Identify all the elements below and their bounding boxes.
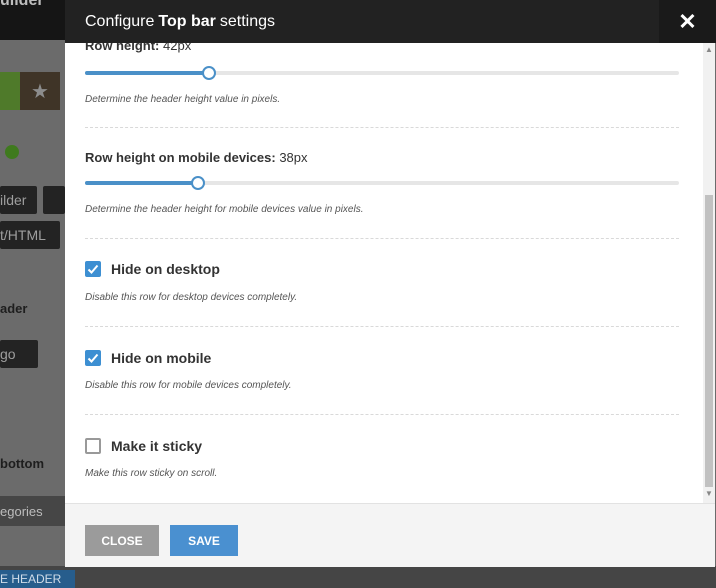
bg-button [43, 186, 65, 214]
bg-button: t/HTML [0, 221, 60, 249]
divider [85, 414, 679, 415]
star-icon: ★ [20, 72, 60, 110]
scroll-down-icon[interactable]: ▼ [704, 489, 714, 499]
close-icon[interactable]: ✕ [659, 0, 716, 43]
modal-header: Configure Top bar settings [65, 0, 659, 43]
save-button[interactable]: SAVE [170, 525, 238, 556]
setting-description: Determine the header height value in pix… [85, 94, 281, 105]
bg-button: ilder [0, 186, 37, 214]
checkbox-label[interactable]: Make it sticky [111, 438, 202, 454]
modal-title-bold: Top bar [158, 12, 216, 30]
divider [85, 326, 679, 327]
status-dot [5, 145, 19, 159]
setting-row-height: Row height: 42px [85, 43, 679, 53]
setting-value: 38px [279, 150, 308, 165]
scroll-up-icon[interactable]: ▲ [704, 45, 714, 55]
setting-label: Row height: [85, 43, 160, 53]
bg-header-button: E HEADER [0, 570, 75, 588]
bg-label: ader [0, 301, 28, 316]
builder-topbar: uilder [0, 0, 65, 40]
slider-fill [85, 71, 209, 75]
scroll-thumb[interactable] [705, 195, 713, 487]
setting-description: Disable this row for desktop devices com… [85, 292, 298, 303]
settings-modal: Configure Top bar settings ✕ Row height:… [65, 0, 716, 567]
slider-fill [85, 181, 198, 185]
setting-sticky: Make it sticky [85, 438, 679, 458]
modal-title-prefix: Configure [85, 12, 155, 30]
divider [85, 238, 679, 239]
close-button[interactable]: CLOSE [85, 525, 159, 556]
setting-label: Row height on mobile devices: [85, 150, 276, 165]
setting-value: 42px [163, 43, 192, 53]
bg-categories: egories [0, 496, 65, 526]
hide-mobile-checkbox[interactable] [85, 350, 101, 366]
sticky-checkbox[interactable] [85, 438, 101, 454]
bg-label: bottom [0, 456, 45, 471]
setting-hide-mobile: Hide on mobile [85, 350, 679, 370]
bg-button: go [0, 340, 38, 368]
setting-description: Make this row sticky on scroll. [85, 468, 218, 479]
setting-description: Disable this row for mobile devices comp… [85, 380, 292, 391]
row-height-slider[interactable] [85, 66, 679, 80]
checkbox-label[interactable]: Hide on mobile [111, 350, 211, 366]
bg-bottom-bar [0, 566, 716, 588]
slider-handle[interactable] [191, 176, 205, 190]
checkbox-label[interactable]: Hide on desktop [111, 261, 220, 277]
setting-row-height-mobile: Row height on mobile devices: 38px [85, 150, 679, 165]
setting-description: Determine the header height for mobile d… [85, 204, 364, 215]
modal-scrollbar[interactable]: ▲ ▼ [703, 43, 715, 503]
row-height-mobile-slider[interactable] [85, 176, 679, 190]
check-icon [87, 264, 99, 274]
green-button [0, 72, 20, 110]
modal-title-suffix: settings [219, 12, 275, 30]
builder-title: uilder [0, 0, 44, 9]
modal-footer: CLOSE SAVE [65, 503, 715, 567]
divider [85, 127, 679, 128]
slider-handle[interactable] [202, 66, 216, 80]
setting-hide-desktop: Hide on desktop [85, 261, 679, 281]
check-icon [87, 353, 99, 363]
modal-body: Row height: 42px Determine the header he… [65, 43, 705, 503]
hide-desktop-checkbox[interactable] [85, 261, 101, 277]
